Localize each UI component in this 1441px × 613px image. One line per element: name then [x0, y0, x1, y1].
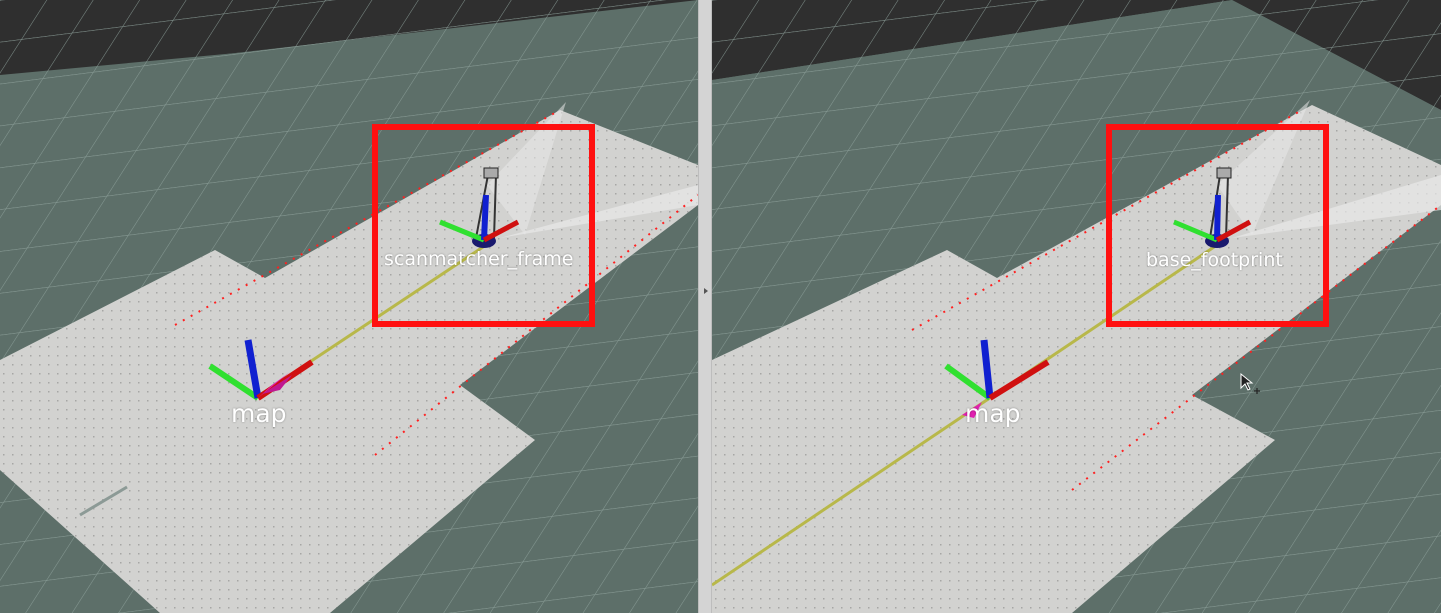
view-splitter[interactable] — [698, 0, 712, 613]
map-frame-label: map — [231, 399, 287, 428]
map-frame-label: map — [965, 399, 1021, 428]
left-3d-viewport[interactable]: scanmatcher_frame map — [0, 0, 698, 613]
highlight-box — [372, 124, 595, 327]
chevron-right-icon[interactable] — [704, 288, 708, 294]
right-scene-render — [712, 0, 1441, 613]
highlight-box — [1106, 124, 1329, 327]
right-3d-viewport[interactable]: base_footprint map — [712, 0, 1441, 613]
mouse-pointer-icon — [1240, 372, 1260, 394]
